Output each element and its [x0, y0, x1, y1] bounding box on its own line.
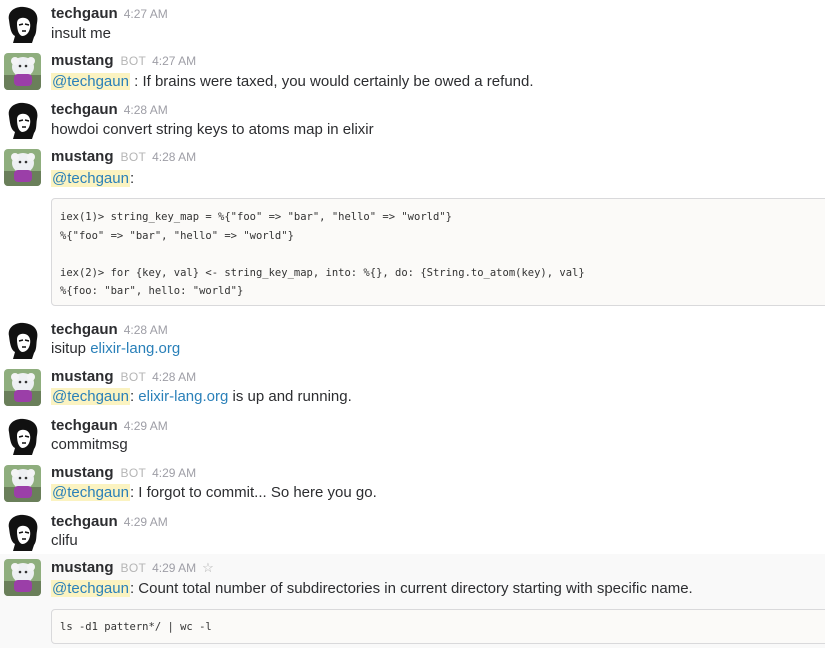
sender-name[interactable]: techgaun: [51, 417, 118, 434]
avatar-mustang[interactable]: [4, 149, 41, 186]
sender-name[interactable]: mustang: [51, 464, 114, 481]
bot-badge: BOT: [120, 370, 147, 384]
avatar-mustang[interactable]: [4, 465, 41, 502]
avatar-mustang[interactable]: [4, 559, 41, 596]
message-item: mustang BOT 4:29 AM ☆ @techgaun: Count tota…: [0, 554, 825, 648]
avatar-techgaun[interactable]: [4, 6, 41, 43]
user-mention[interactable]: @techgaun: [51, 73, 130, 90]
message-item: mustang BOT 4:27 AM @techgaun : If brains …: [0, 52, 825, 98]
timestamp[interactable]: 4:28 AM: [124, 323, 168, 337]
code-line: %{"foo" => "bar", "hello" => "world"}: [60, 229, 294, 242]
message-text: @techgaun: Count total number of subdire…: [51, 580, 693, 597]
timestamp[interactable]: 4:28 AM: [152, 370, 196, 384]
bot-badge: BOT: [120, 466, 147, 480]
user-mention[interactable]: @techgaun: [51, 388, 130, 405]
message-text: commitmsg: [51, 436, 128, 453]
message-item: mustang BOT 4:28 AM @techgaun: iex(1)> str…: [0, 148, 825, 313]
message-text: @techgaun: I forgot to commit... So here…: [51, 484, 377, 501]
timestamp[interactable]: 4:29 AM: [124, 515, 168, 529]
timestamp[interactable]: 4:28 AM: [152, 150, 196, 164]
avatar-techgaun[interactable]: [4, 418, 41, 455]
timestamp[interactable]: 4:28 AM: [124, 103, 168, 117]
code-block[interactable]: ls -d1 pattern*/ | wc -l: [51, 609, 825, 644]
code-line: %{foo: "bar", hello: "world"}: [60, 285, 244, 297]
user-mention[interactable]: @techgaun: [51, 484, 130, 501]
user-mention[interactable]: @techgaun: [51, 170, 130, 187]
user-mention[interactable]: @techgaun: [51, 580, 130, 597]
bot-badge: BOT: [120, 150, 147, 164]
star-icon[interactable]: ☆: [202, 560, 214, 575]
bot-badge: BOT: [120, 561, 147, 575]
sender-name[interactable]: mustang: [51, 52, 114, 69]
avatar-mustang[interactable]: [4, 53, 41, 90]
timestamp[interactable]: 4:29 AM: [152, 561, 196, 575]
sender-name[interactable]: techgaun: [51, 101, 118, 118]
message-text: isitup elixir-lang.org: [51, 340, 181, 357]
message-item: techgaun 4:29 AM commitmsg: [0, 417, 825, 462]
message-item: mustang BOT 4:28 AM @techgaun: elixir-lang…: [0, 368, 825, 414]
avatar-techgaun[interactable]: [4, 322, 41, 359]
avatar-techgaun[interactable]: [4, 102, 41, 139]
timestamp[interactable]: 4:27 AM: [152, 54, 196, 68]
avatar-mustang[interactable]: [4, 369, 41, 406]
code-line: iex(2)> for {key, val} <- string_key_map…: [60, 266, 585, 279]
message-item: techgaun 4:28 AM howdoi convert string ke…: [0, 101, 825, 146]
avatar-techgaun[interactable]: [4, 514, 41, 551]
message-item: techgaun 4:28 AM isitup elixir-lang.org: [0, 321, 825, 366]
message-text: @techgaun:: [51, 170, 135, 187]
sender-name[interactable]: techgaun: [51, 513, 118, 530]
message-text: @techgaun: elixir-lang.org is up and run…: [51, 388, 352, 405]
message-text: clifu: [51, 532, 78, 549]
message-text: insult me: [51, 25, 112, 42]
message-item: techgaun 4:29 AM clifu: [0, 513, 825, 558]
sender-name[interactable]: mustang: [51, 559, 114, 576]
code-line: ls -d1 pattern*/ | wc -l: [60, 621, 212, 633]
message-text: @techgaun : If brains were taxed, you wo…: [51, 73, 534, 90]
sender-name[interactable]: mustang: [51, 148, 114, 165]
sender-name[interactable]: techgaun: [51, 321, 118, 338]
message-item: mustang BOT 4:29 AM @techgaun: I forgot to…: [0, 464, 825, 510]
bot-badge: BOT: [120, 54, 147, 68]
timestamp[interactable]: 4:27 AM: [124, 7, 168, 21]
message-text: howdoi convert string keys to atoms map …: [51, 121, 374, 138]
message-link[interactable]: elixir-lang.org: [90, 340, 180, 357]
message-item: techgaun 4:27 AM insult me: [0, 5, 825, 50]
timestamp[interactable]: 4:29 AM: [152, 466, 196, 480]
code-block[interactable]: iex(1)> string_key_map = %{"foo" => "bar…: [51, 198, 825, 306]
sender-name[interactable]: mustang: [51, 368, 114, 385]
sender-name[interactable]: techgaun: [51, 5, 118, 22]
message-link[interactable]: elixir-lang.org: [138, 388, 228, 405]
timestamp[interactable]: 4:29 AM: [124, 419, 168, 433]
code-line: iex(1)> string_key_map = %{"foo" => "bar…: [60, 211, 452, 223]
